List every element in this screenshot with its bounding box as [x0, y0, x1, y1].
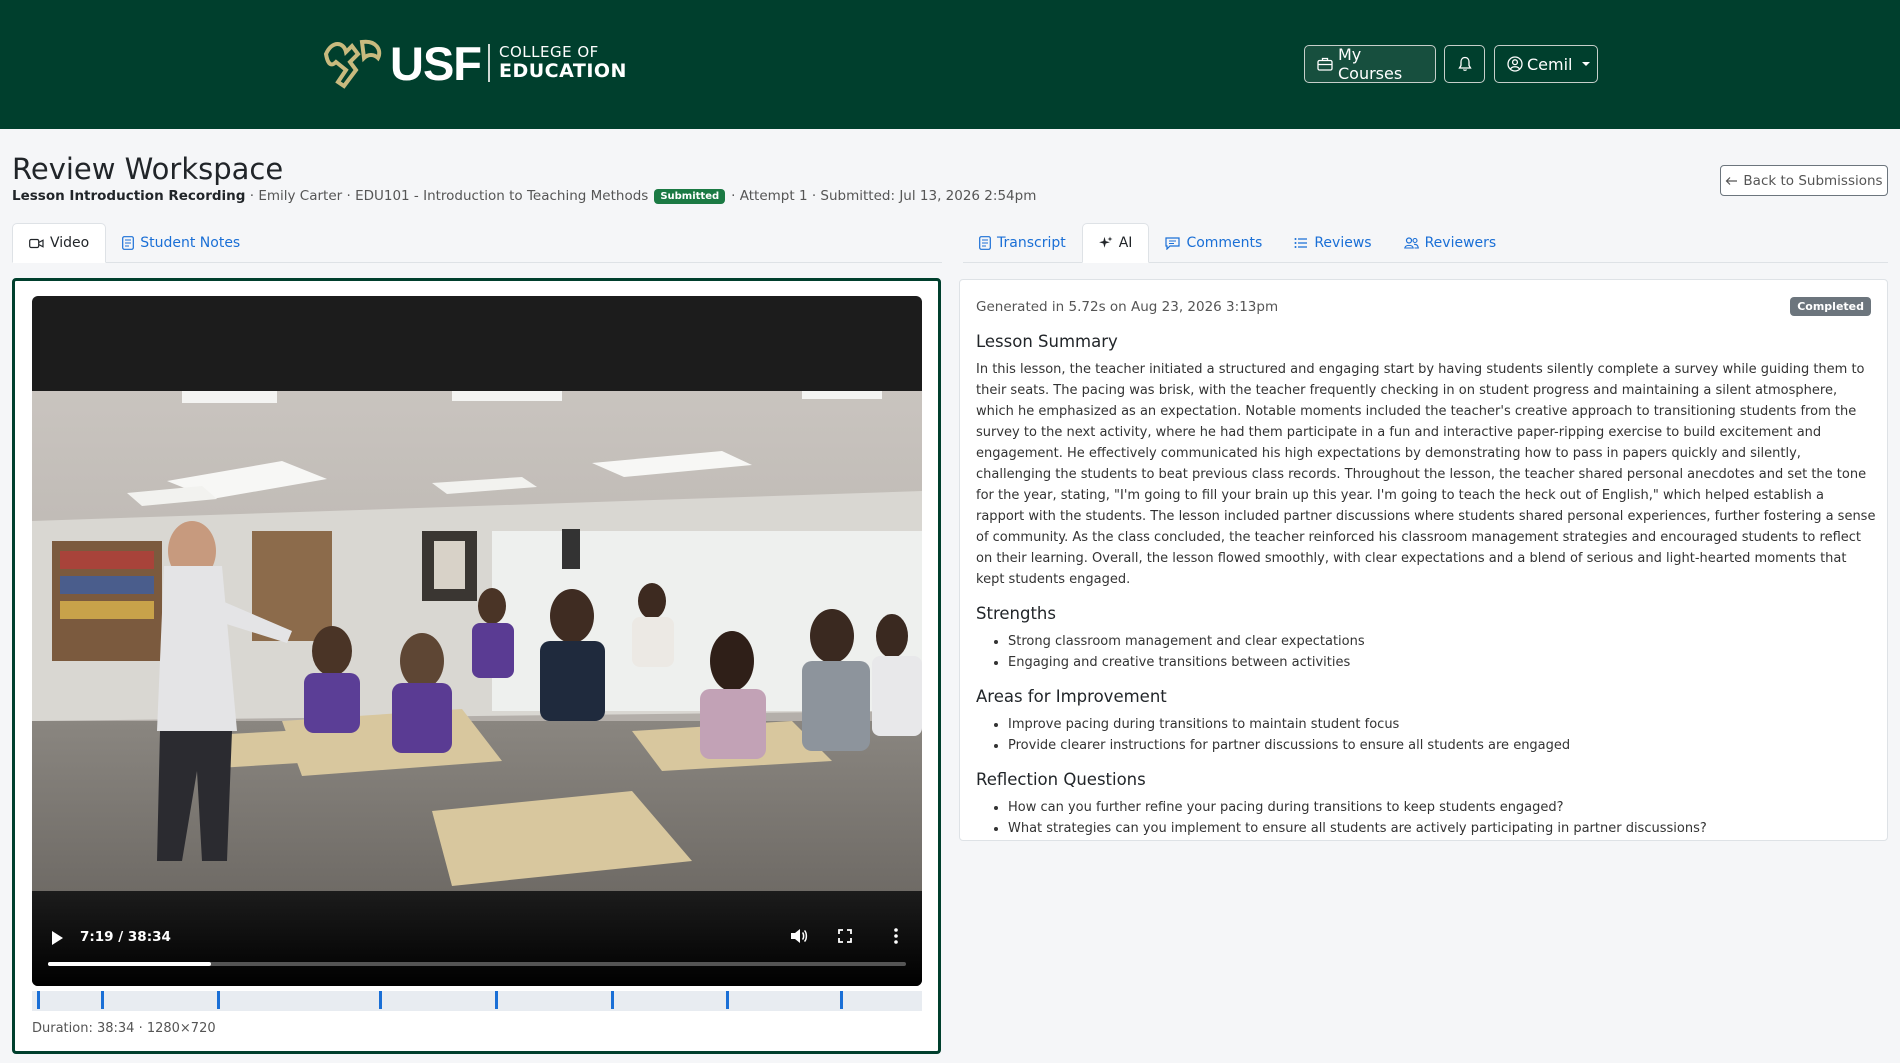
strengths-heading: Strengths	[976, 604, 1056, 623]
tab-student-notes[interactable]: Student Notes	[106, 223, 256, 263]
status-badge: Submitted	[654, 188, 726, 204]
video-duration: Duration: 38:34 · 1280×720	[32, 1021, 216, 1036]
people-icon	[1403, 237, 1419, 249]
video-progress-fill	[48, 962, 212, 966]
right-tabs: Transcript AI Comments Reviews Reviewers	[963, 223, 1888, 263]
completed-badge: Completed	[1790, 297, 1871, 316]
list-item: Engaging and creative transitions betwee…	[1008, 652, 1876, 673]
tab-comments[interactable]: Comments	[1149, 223, 1278, 263]
fullscreen-icon[interactable]	[838, 929, 852, 943]
lesson-name: Lesson Introduction Recording	[12, 188, 246, 204]
my-courses-button[interactable]: My Courses	[1304, 45, 1436, 83]
tab-ai-label: AI	[1118, 235, 1133, 251]
submitted-date: Submitted: Jul 13, 2026 2:54pm	[820, 188, 1037, 204]
tab-video[interactable]: Video	[12, 223, 107, 263]
page-title: Review Workspace	[12, 152, 284, 186]
briefcase-icon	[1317, 57, 1333, 71]
tab-reviewers[interactable]: Reviewers	[1388, 223, 1513, 263]
my-courses-label: My Courses	[1338, 45, 1403, 83]
sparkle-icon	[1098, 236, 1113, 248]
tab-ai[interactable]: AI	[1081, 223, 1150, 263]
lesson-summary-text: In this lesson, the teacher initiated a …	[976, 362, 1876, 587]
document-icon	[979, 236, 991, 250]
video-progress-bar[interactable]	[48, 962, 906, 966]
student-name: Emily Carter	[258, 188, 343, 204]
tab-transcript[interactable]: Transcript	[963, 223, 1082, 263]
tab-reviews-label: Reviews	[1314, 235, 1372, 251]
more-options-icon[interactable]	[894, 928, 898, 944]
notifications-button[interactable]	[1444, 45, 1485, 83]
video-time: 7:19 / 38:34	[80, 929, 171, 945]
timeline-marker[interactable]	[840, 991, 844, 1009]
ai-feedback-panel: Generated in 5.72s on Aug 23, 2026 3:13p…	[959, 279, 1888, 841]
user-name: Cemil	[1527, 54, 1573, 74]
course-name: EDU101 - Introduction to Teaching Method…	[355, 188, 649, 204]
classroom-video-frame	[32, 391, 922, 891]
improvement-list: Improve pacing during transitions to mai…	[1008, 714, 1876, 756]
top-navbar: USF COLLEGE OF EDUCATION My Courses Cemi…	[0, 0, 1900, 129]
timeline-marker[interactable]	[101, 991, 105, 1009]
tab-transcript-label: Transcript	[997, 235, 1066, 251]
timeline-marker[interactable]	[610, 991, 614, 1009]
arrow-left-icon	[1726, 176, 1738, 185]
generated-info: Generated in 5.72s on Aug 23, 2026 3:13p…	[976, 299, 1279, 315]
video-player[interactable]: 7:19 / 38:34	[32, 296, 922, 986]
logo-line1: COLLEGE OF	[499, 43, 599, 62]
list-icon	[1294, 238, 1308, 248]
document-icon	[122, 236, 135, 250]
list-item: What strategies can you implement to ens…	[1008, 818, 1876, 839]
user-circle-icon	[1507, 56, 1523, 72]
logo-usf-text: USF	[390, 36, 482, 90]
volume-icon[interactable]	[790, 928, 808, 944]
video-icon	[29, 238, 44, 248]
submission-meta: Lesson Introduction Recording · Emily Ca…	[12, 188, 1037, 204]
timeline-marker[interactable]	[217, 991, 221, 1009]
list-item: How can you further refine your pacing d…	[1008, 797, 1876, 818]
tab-reviews[interactable]: Reviews	[1278, 223, 1387, 263]
tab-video-label: Video	[50, 235, 90, 251]
logo-divider	[488, 44, 490, 82]
timeline-marker[interactable]	[726, 991, 730, 1009]
back-to-submissions-button[interactable]: Back to Submissions	[1720, 165, 1888, 196]
reflection-questions-heading: Reflection Questions	[976, 770, 1146, 789]
attempt-number: Attempt 1	[739, 188, 808, 204]
list-item: Improve pacing during transitions to mai…	[1008, 714, 1876, 735]
tab-reviewers-label: Reviewers	[1424, 235, 1497, 251]
tab-comments-label: Comments	[1186, 235, 1263, 251]
timeline-marker[interactable]	[494, 991, 498, 1009]
logo-college-text: COLLEGE OF EDUCATION	[499, 44, 627, 81]
bull-horns-icon	[323, 39, 382, 89]
list-item: Strong classroom management and clear ex…	[1008, 631, 1876, 652]
reflection-list: How can you further refine your pacing d…	[1008, 797, 1876, 839]
bell-icon	[1457, 56, 1472, 71]
timeline-markers	[32, 991, 922, 1011]
areas-for-improvement-heading: Areas for Improvement	[976, 687, 1167, 706]
strengths-list: Strong classroom management and clear ex…	[1008, 631, 1876, 673]
usf-logo[interactable]: USF COLLEGE OF EDUCATION	[322, 36, 627, 90]
play-icon[interactable]	[52, 931, 63, 945]
lesson-summary-heading: Lesson Summary	[976, 332, 1118, 351]
timeline-marker[interactable]	[379, 991, 383, 1009]
tab-student-notes-label: Student Notes	[140, 235, 241, 251]
logo-line2: EDUCATION	[499, 59, 627, 82]
comment-icon	[1165, 236, 1181, 250]
back-label: Back to Submissions	[1743, 172, 1883, 189]
left-tabs: Video Student Notes	[12, 223, 942, 263]
video-panel: 7:19 / 38:34 Duration: 38:34 · 1280×720	[12, 278, 941, 1054]
video-controls: 7:19 / 38:34	[32, 891, 922, 986]
caret-down-icon	[1581, 62, 1590, 66]
list-item: Provide clearer instructions for partner…	[1008, 735, 1876, 756]
user-menu-button[interactable]: Cemil	[1494, 45, 1598, 83]
ai-feedback-content: Lesson Summary In this lesson, the teach…	[976, 332, 1876, 853]
timeline-marker[interactable]	[37, 991, 41, 1009]
